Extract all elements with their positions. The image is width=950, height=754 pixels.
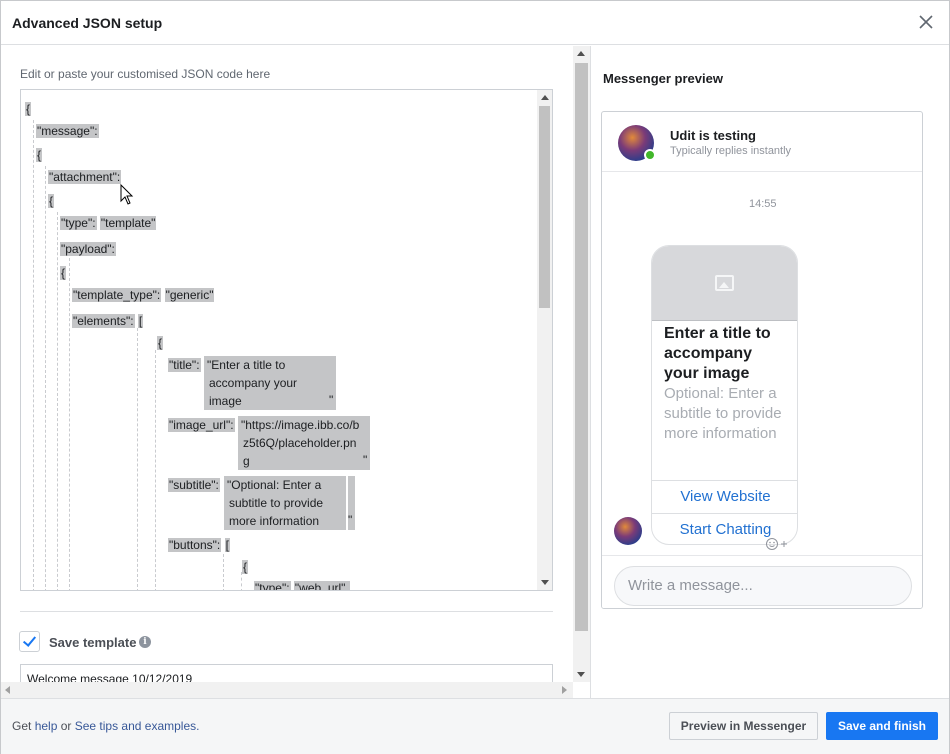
code-line: "image_url": [168,418,235,432]
view-website-button[interactable]: View Website [652,480,797,513]
scroll-up-icon[interactable] [541,95,549,100]
code-line: "payload": [60,242,116,256]
card-subtitle: Optional: Enter a subtitle to provide mo… [664,385,782,442]
page-response-status: Typically replies instantly [670,145,792,157]
scroll-down-icon[interactable] [577,672,585,677]
preview-title: Messenger preview [603,71,723,86]
image-icon [715,275,734,291]
indent-guide [45,166,46,590]
message-composer-input[interactable]: Write a message... [614,566,912,606]
code-line: "subtitle": [168,478,220,492]
composer-bar: Write a message... [602,555,922,608]
help-text: Get help or See tips and examples. [12,719,199,733]
code-line: { [48,194,55,208]
message-timestamp: 14:55 [749,198,777,210]
editor-scrollbar[interactable] [537,90,552,590]
tips-link[interactable]: See tips and examples. [75,719,200,733]
code-line: { [60,266,67,280]
code-line: { [157,336,164,350]
add-reaction-icon[interactable] [765,537,789,551]
indent-guide [57,212,58,590]
save-template-checkbox[interactable] [19,631,40,652]
dialog-footer: Get help or See tips and examples. Previ… [1,698,949,754]
preview-in-messenger-button[interactable]: Preview in Messenger [669,712,818,740]
code-line: "template_type": "generic" [72,288,215,302]
save-and-finish-button[interactable]: Save and finish [826,712,938,740]
code-line: { [242,560,249,574]
json-code-editor[interactable]: { "message": { "attachment": { "type": "… [20,89,553,591]
code-line: { [36,148,43,162]
save-template-label: Save template [49,635,137,650]
info-icon[interactable]: i [139,636,151,648]
editor-scroll-thumb[interactable] [539,106,550,308]
code-line: "buttons": [ [168,538,230,552]
code-string: " [363,416,370,470]
indent-guide [137,328,138,590]
indent-guide [155,350,156,590]
scroll-up-icon[interactable] [577,51,585,56]
panel-scroll-thumb[interactable] [575,63,588,631]
advanced-json-dialog: Advanced JSON setup Edit or paste your c… [0,0,950,754]
json-editor-panel: Edit or paste your customised JSON code … [1,46,573,698]
checkmark-icon [22,633,37,647]
generic-template-card: Enter a title to accompany your image Op… [651,245,798,545]
panel-scrollbar[interactable] [573,46,590,682]
scroll-right-icon[interactable] [562,686,567,694]
card-title: Enter a title to accompany your image [664,325,771,382]
online-status-icon [644,149,656,161]
help-link[interactable]: help [35,719,58,733]
help-text-prefix: Get [12,719,32,733]
scroll-left-icon[interactable] [5,686,10,694]
code-string: " [348,476,355,530]
indent-guide [223,554,224,590]
code-line: "elements": [ [72,314,144,328]
code-string: "Enter a title to accompany your image [204,356,332,410]
code-string: "Optional: Enter a subtitle to provide mor… [224,476,346,530]
code-line: { [25,102,32,116]
mouse-pointer-icon [120,184,134,205]
sender-avatar [614,517,642,545]
dialog-title: Advanced JSON setup [12,15,163,31]
page-name: Udit is testing [670,128,756,143]
messenger-preview: Udit is testing Typically replies instan… [601,111,923,609]
indent-guide [33,120,34,590]
conversation-header: Udit is testing Typically replies instan… [602,112,922,172]
code-line: "attachment": [48,170,122,184]
code-string: " [329,356,336,410]
code-string: "https://image.ibb.co/b z5t6Q/placeholder… [238,416,364,470]
code-line: "type": "web_url", [254,579,350,590]
dialog-header: Advanced JSON setup [1,1,949,45]
code-line: "title": [168,358,201,372]
card-image-placeholder [652,246,797,321]
code-line: "message": [36,124,99,138]
panel-divider [590,46,591,698]
editor-label: Edit or paste your customised JSON code … [20,67,271,81]
scroll-down-icon[interactable] [541,580,549,585]
indent-guide [69,258,70,590]
section-divider [20,611,553,612]
help-text-or: or [60,719,72,733]
code-line: "type": "template" [60,216,157,230]
horizontal-scrollbar[interactable] [1,682,573,698]
close-icon[interactable] [915,11,937,33]
